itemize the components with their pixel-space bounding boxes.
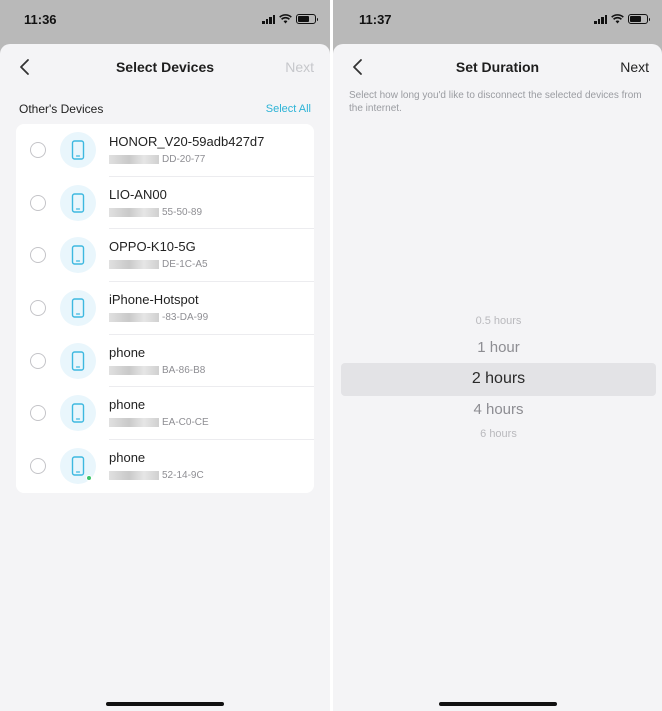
- device-row[interactable]: phone BA-86-B8: [16, 335, 314, 388]
- device-checkbox[interactable]: [30, 142, 46, 158]
- select-devices-screen: 11:36 Select Devices Next Other's Device…: [0, 0, 330, 711]
- redacted-mac-prefix: [109, 207, 159, 217]
- device-mac-suffix: DD-20-77: [162, 154, 206, 165]
- status-icons: [262, 14, 318, 24]
- device-row[interactable]: LIO-AN00 55-50-89: [16, 177, 314, 230]
- battery-icon: [628, 14, 650, 24]
- redacted-mac-prefix: [109, 313, 159, 323]
- device-mac-suffix: 55-50-89: [162, 206, 203, 218]
- device-name: LIO-AN00: [109, 186, 167, 202]
- picker-option[interactable]: 6 hours: [341, 428, 656, 440]
- device-icon-badge: [60, 132, 96, 168]
- next-button[interactable]: Next: [620, 59, 649, 75]
- device-mac: EA-C0-CE: [109, 417, 209, 428]
- device-name: OPPO-K10-5G: [109, 239, 196, 255]
- phone-icon: [71, 245, 85, 266]
- signal-icon: [262, 14, 275, 24]
- device-name: iPhone-Hotspot: [109, 292, 199, 308]
- device-name: phone: [109, 397, 146, 413]
- device-mac: 55-50-89: [109, 207, 202, 218]
- picker-option[interactable]: 4 hours: [341, 401, 656, 418]
- duration-picker[interactable]: 0.5 hours 1 hour 2 hours 4 hours 6 hours: [341, 312, 656, 452]
- select-all-button[interactable]: Select All: [266, 103, 311, 115]
- device-checkbox[interactable]: [30, 247, 46, 264]
- navbar: Select Devices Next: [0, 44, 330, 90]
- status-icons: [594, 14, 650, 24]
- wifi-icon: [611, 14, 624, 24]
- device-mac: DD-20-77: [109, 154, 205, 165]
- device-row[interactable]: OPPO-K10-5G DE-1C-A5: [16, 229, 314, 283]
- device-row[interactable]: iPhone-Hotspot -83-DA-99: [16, 282, 314, 335]
- section-header: Other's Devices Select All: [0, 90, 330, 124]
- signal-icon: [594, 14, 607, 24]
- device-mac: BA-86-B8: [109, 365, 205, 376]
- status-time: 11:36: [24, 12, 57, 27]
- home-indicator: [438, 702, 557, 706]
- redacted-mac-prefix: [109, 155, 159, 164]
- picker-option[interactable]: 1 hour: [341, 339, 656, 356]
- redacted-mac-prefix: [109, 418, 159, 428]
- device-mac-suffix: DE-1C-A5: [162, 259, 208, 271]
- device-icon-badge: [60, 342, 96, 379]
- status-bar: 11:36: [0, 0, 330, 44]
- redacted-mac-prefix: [109, 471, 159, 481]
- picker-option[interactable]: 0.5 hours: [341, 315, 656, 327]
- device-checkbox[interactable]: [30, 458, 46, 475]
- device-mac: 52-14-9C: [109, 470, 204, 481]
- device-row[interactable]: phone EA-C0-CE: [16, 387, 314, 441]
- next-button[interactable]: Next: [285, 59, 314, 75]
- device-mac-suffix: EA-C0-CE: [162, 417, 209, 429]
- home-indicator: [106, 702, 224, 706]
- device-icon-badge: [60, 395, 96, 432]
- device-name: HONOR_V20-59adb427d7: [109, 134, 265, 149]
- redacted-mac-prefix: [109, 365, 159, 375]
- device-name: phone: [109, 450, 146, 466]
- device-icon-badge: [60, 237, 96, 274]
- phone-icon: [71, 351, 85, 371]
- device-checkbox[interactable]: [30, 405, 46, 422]
- device-checkbox[interactable]: [30, 300, 46, 317]
- device-checkbox[interactable]: [30, 194, 46, 211]
- status-bar: 11:37: [333, 0, 662, 44]
- picker-option-selected[interactable]: 2 hours: [341, 370, 656, 388]
- device-row[interactable]: phone 52-14-9C: [16, 440, 314, 493]
- device-mac: DE-1C-A5: [109, 259, 208, 270]
- battery-icon: [296, 14, 318, 24]
- phone-icon: [71, 403, 85, 424]
- device-mac-suffix: BA-86-B8: [162, 364, 206, 376]
- wifi-icon: [279, 14, 292, 24]
- device-mac-suffix: -83-DA-99: [162, 312, 209, 324]
- redacted-mac-prefix: [109, 260, 159, 270]
- phone-icon: [71, 298, 85, 318]
- select-devices-sheet: Select Devices Next Other's Devices Sele…: [0, 44, 330, 711]
- phone-icon: [71, 140, 85, 160]
- page-title: Select Devices: [115, 59, 215, 75]
- device-icon-badge: [60, 184, 96, 221]
- device-mac-suffix: 52-14-9C: [162, 470, 204, 482]
- online-status-dot: [86, 475, 92, 482]
- set-duration-sheet: Set Duration Next Select how long you'd …: [333, 44, 662, 711]
- phone-icon: [71, 456, 85, 476]
- status-time: 11:37: [359, 12, 392, 27]
- device-name: phone: [109, 344, 146, 360]
- device-checkbox[interactable]: [30, 352, 46, 369]
- page-title: Set Duration: [455, 59, 540, 75]
- phone-icon: [71, 192, 85, 213]
- device-icon-badge: [60, 290, 96, 327]
- device-list: HONOR_V20-59adb427d7 DD-20-77 LIO-AN00 55-5…: [16, 124, 314, 493]
- device-mac: -83-DA-99: [109, 312, 208, 323]
- device-row[interactable]: HONOR_V20-59adb427d7 DD-20-77: [16, 124, 314, 177]
- navbar: Set Duration Next: [333, 44, 662, 90]
- duration-description: Select how long you'd like to disconnect…: [349, 90, 642, 114]
- section-title: Other's Devices: [19, 102, 104, 116]
- set-duration-screen: 11:37 Set Duration Next Select how long …: [333, 0, 662, 711]
